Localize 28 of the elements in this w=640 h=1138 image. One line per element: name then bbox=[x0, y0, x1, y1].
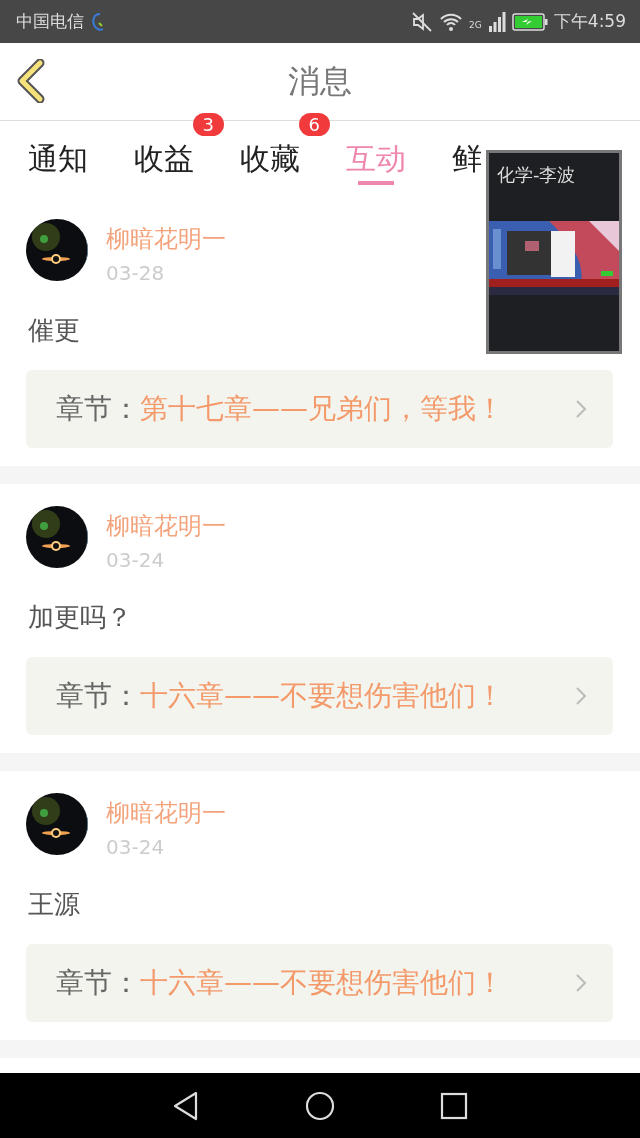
mute-icon bbox=[411, 10, 434, 33]
clock-time: 下午4:59 bbox=[553, 10, 626, 33]
chapter-link[interactable]: 章节：十六章——不要想伤害他们！ bbox=[26, 944, 613, 1022]
signal-icon bbox=[487, 11, 506, 32]
page-title: 消息 bbox=[288, 60, 352, 102]
tab[interactable]: 收益 bbox=[134, 121, 194, 197]
network-label: 2G bbox=[469, 20, 482, 30]
message-text: 催更 bbox=[28, 314, 81, 347]
chevron-icon bbox=[575, 973, 587, 993]
back-button[interactable] bbox=[16, 59, 46, 106]
battery-icon bbox=[511, 12, 548, 31]
chapter-link[interactable]: 章节：十六章——不要想伤害他们！ bbox=[26, 657, 613, 735]
message-text: 加更吗？ bbox=[28, 601, 133, 634]
tab[interactable]: 通知 bbox=[28, 121, 88, 197]
chapter-link[interactable]: 章节：第十七章——兄弟们，等我！ bbox=[26, 370, 613, 448]
chevron-icon bbox=[575, 686, 587, 706]
video-title: 化学-李波 bbox=[496, 163, 577, 187]
message-text: 王源 bbox=[28, 888, 81, 921]
count-badge: 6 bbox=[298, 113, 330, 136]
tab[interactable]: 鲜 bbox=[452, 121, 482, 197]
phone-icon bbox=[90, 11, 106, 32]
count-badge: 3 bbox=[192, 113, 224, 136]
wifi-icon bbox=[439, 11, 464, 32]
tab-underline bbox=[358, 181, 394, 185]
floating-video-window[interactable]: 化学-李波 bbox=[486, 150, 622, 354]
carrier-name: 中国电信 bbox=[16, 10, 84, 33]
chevron-icon bbox=[575, 399, 587, 419]
tab[interactable]: 收藏 bbox=[240, 121, 300, 197]
